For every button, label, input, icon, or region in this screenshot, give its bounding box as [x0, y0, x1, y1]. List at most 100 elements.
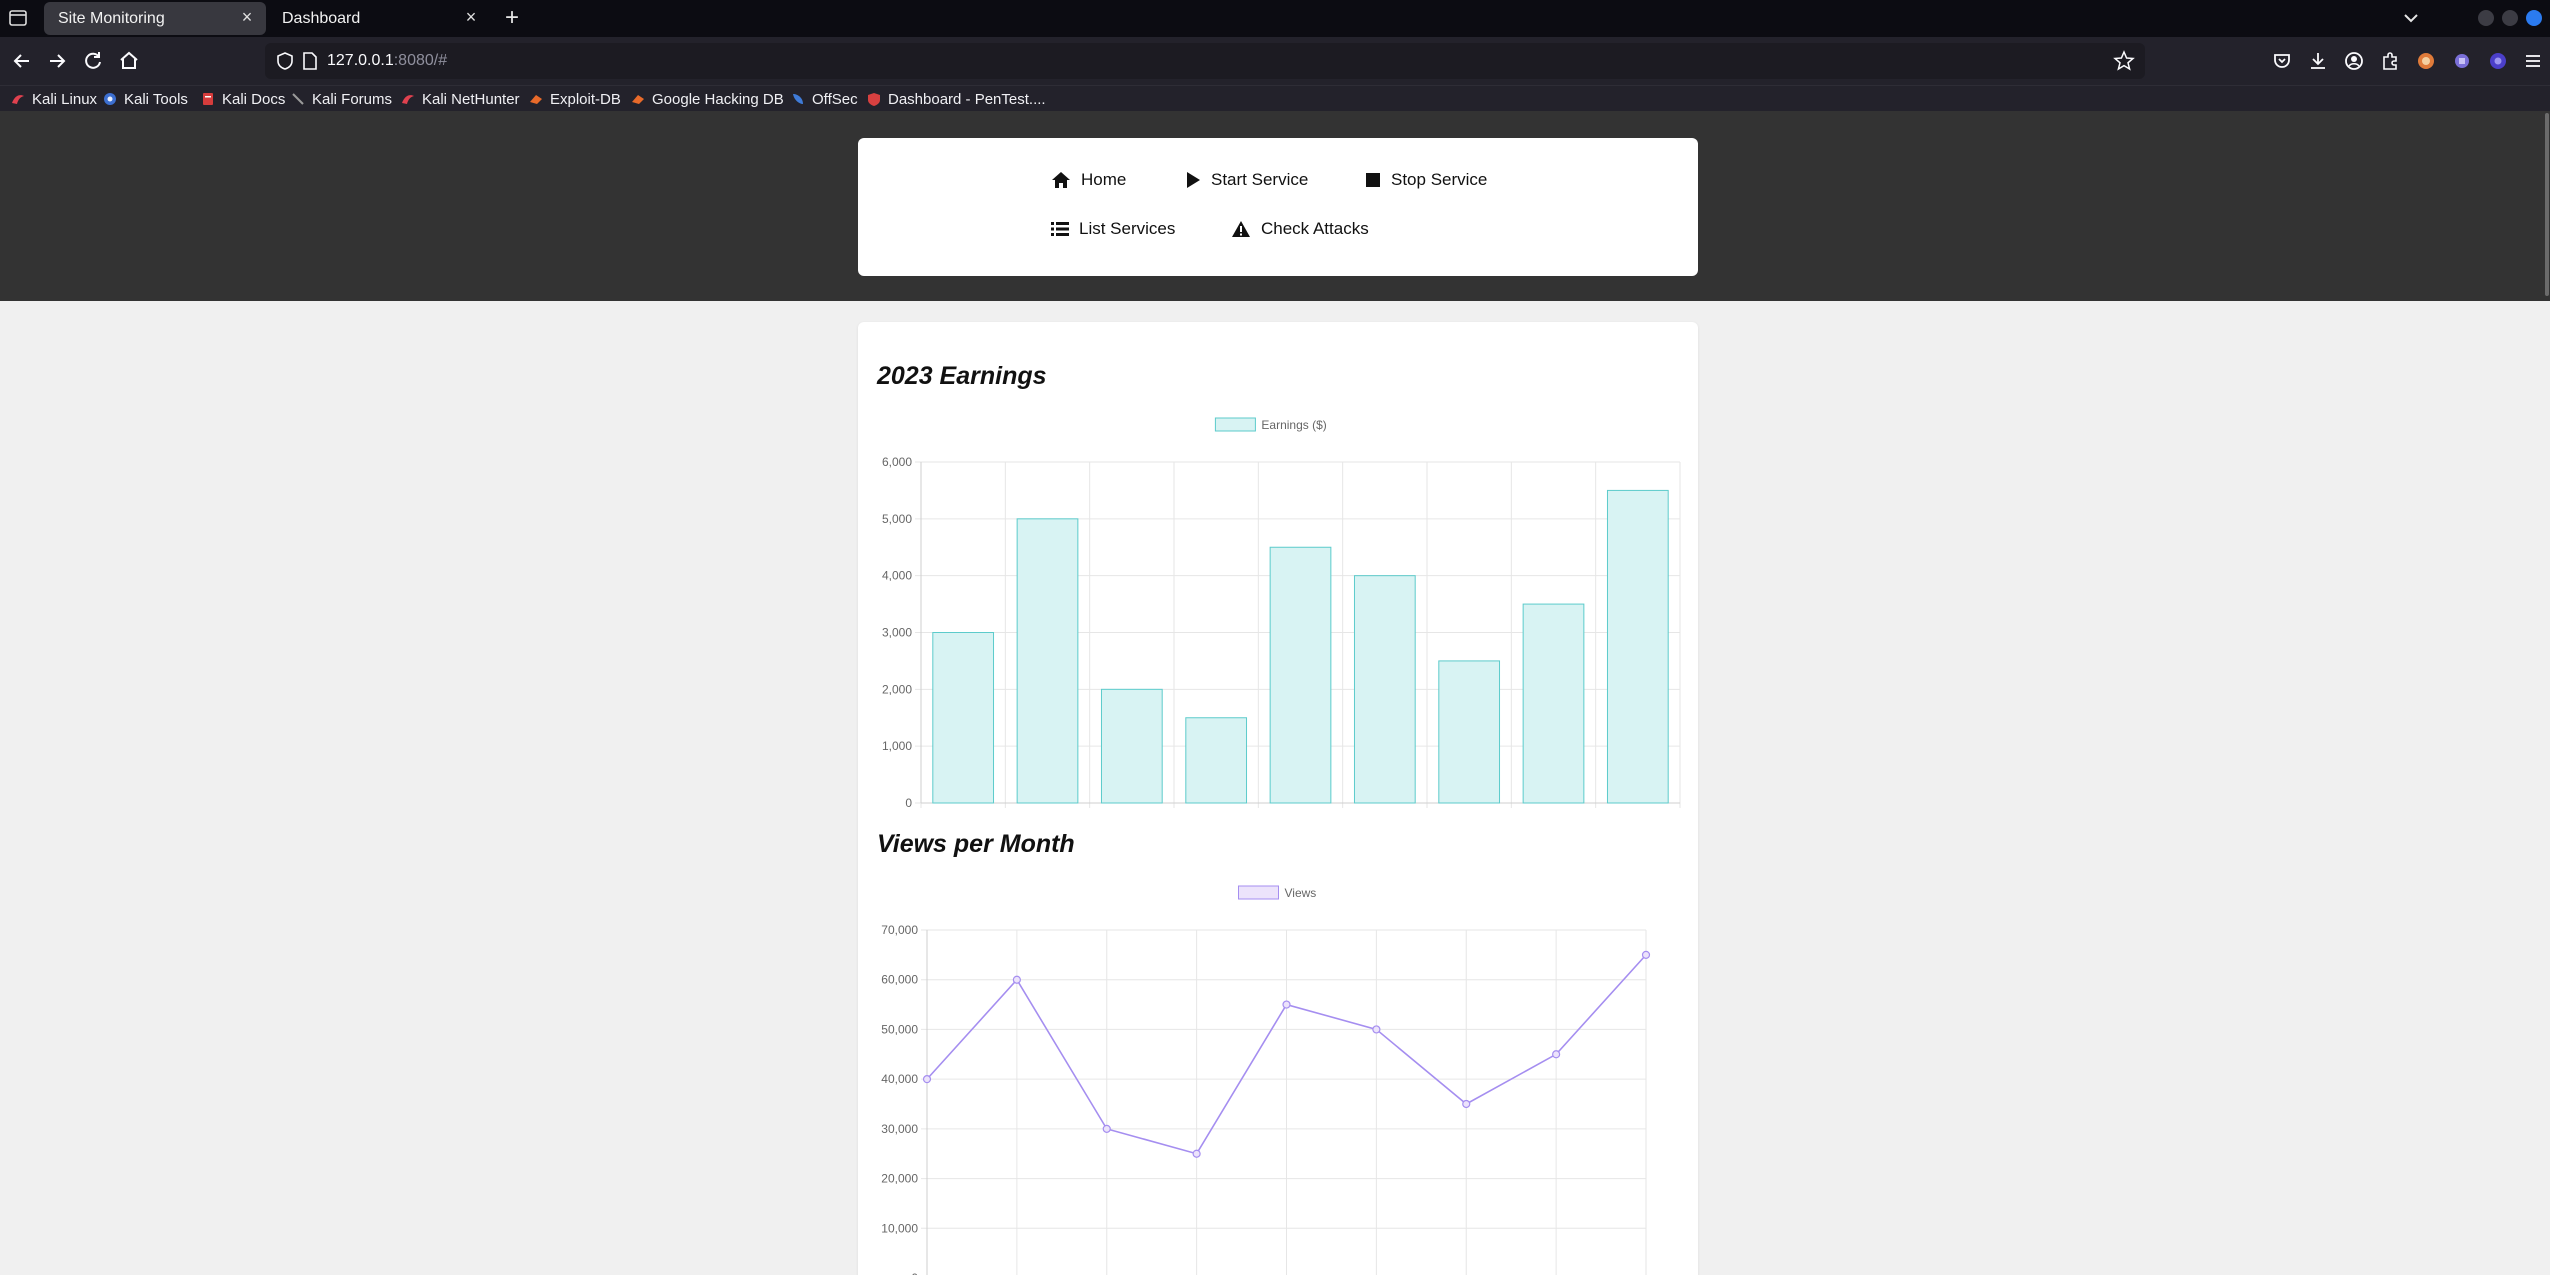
kali-docs-icon — [200, 91, 216, 107]
hamburger-menu-icon[interactable] — [2521, 49, 2545, 73]
scrollbar-thumb[interactable] — [2545, 113, 2549, 296]
bookmark-label: Google Hacking DB — [652, 90, 784, 108]
bookmark-kali-nethunter[interactable]: Kali NetHunter — [400, 89, 520, 109]
home-icon[interactable] — [116, 48, 142, 74]
tracking-shield-icon[interactable] — [275, 51, 295, 71]
y-tick-label: 10,000 — [881, 1221, 918, 1235]
bar — [1016, 518, 1079, 804]
bar — [1522, 603, 1585, 804]
kali-tools-icon — [102, 91, 118, 107]
close-window-icon[interactable] — [2526, 10, 2542, 26]
bookmark-kali-forums[interactable]: Kali Forums — [290, 89, 392, 109]
page-info-icon[interactable] — [301, 51, 319, 71]
legend-swatch — [1214, 417, 1256, 432]
menu-label: Stop Service — [1391, 170, 1488, 189]
bookmark-google-hacking-db[interactable]: Google Hacking DB — [630, 89, 784, 109]
bar — [1185, 717, 1248, 804]
data-point — [1282, 1000, 1291, 1009]
bar — [932, 632, 995, 804]
menu-label: Start Service — [1211, 170, 1309, 189]
maximize-window-icon[interactable] — [2502, 10, 2518, 26]
navigation-toolbar: 127.0.0.1:8080/# — [0, 37, 2550, 85]
bookmark-offsec[interactable]: OffSec — [790, 89, 858, 109]
new-tab-icon[interactable]: + — [500, 6, 524, 30]
url-text: 127.0.0.1:8080/# — [327, 52, 447, 70]
kali-dragon-icon — [10, 91, 26, 107]
earnings-bar-chart: Earnings ($) 0 1,000 2,000 3,000 4,000 5,000 6,… — [882, 417, 1681, 808]
back-icon[interactable] — [9, 48, 35, 74]
charts-panel: 2023 Earnings Earnings ($) 0 1,000 2,000 3,0… — [858, 322, 1698, 1275]
account-icon[interactable] — [2342, 49, 2366, 73]
tab-overview-icon[interactable] — [8, 9, 28, 27]
bookmark-dashboard-pentest[interactable]: Dashboard - PenTest.... — [866, 89, 1046, 109]
reload-icon[interactable] — [80, 48, 106, 74]
menu-stop-service[interactable]: Stop Service — [1365, 170, 1487, 190]
legend-swatch — [1238, 885, 1279, 900]
offsec-icon — [790, 91, 806, 107]
tab-title: Dashboard — [282, 10, 361, 27]
ghdb-icon — [630, 91, 646, 107]
y-tick-label: 50,000 — [881, 1022, 918, 1036]
address-bar[interactable]: 127.0.0.1:8080/# — [265, 43, 2145, 79]
bookmark-label: OffSec — [812, 90, 858, 108]
bookmark-label: Kali Tools — [124, 90, 188, 108]
bookmark-star-icon[interactable] — [2113, 50, 2135, 72]
page-scrollbar[interactable] — [2544, 111, 2550, 1275]
data-point — [1641, 950, 1651, 959]
extensions-icon[interactable] — [2378, 49, 2402, 73]
y-tick-label: 40,000 — [881, 1072, 918, 1086]
views-chart-title: Views per Month — [877, 830, 1075, 858]
menu-start-service[interactable]: Start Service — [1185, 170, 1308, 190]
views-line-chart: Views 0 10,000 20,000 30,000 40,000 50,000 60,0… — [881, 885, 1651, 1275]
data-point — [1372, 1025, 1381, 1034]
pocket-icon[interactable] — [2270, 49, 2294, 73]
extension-shield-icon[interactable] — [2486, 49, 2510, 73]
y-tick-label: 1,000 — [882, 739, 912, 753]
data-point — [1192, 1149, 1201, 1158]
bookmark-label: Dashboard - PenTest.... — [888, 90, 1046, 108]
tab-strip: Site Monitoring × Dashboard × + — [0, 0, 2550, 37]
legend-label: Views — [1285, 886, 1317, 900]
tab-dashboard[interactable]: Dashboard × — [268, 2, 490, 35]
bar — [1100, 688, 1163, 804]
y-tick-label: 6,000 — [882, 455, 912, 469]
extension-fox-icon[interactable] — [2414, 49, 2438, 73]
forward-icon[interactable] — [44, 48, 70, 74]
bookmark-kali-tools[interactable]: Kali Tools — [102, 89, 188, 109]
menu-label: Home — [1081, 170, 1127, 189]
bookmark-label: Kali Docs — [222, 90, 286, 108]
main-menu: Home Start Service Stop Service List Ser… — [858, 138, 1698, 276]
data-point — [1552, 1050, 1561, 1059]
list-icon — [1051, 222, 1069, 236]
menu-check-attacks[interactable]: Check Attacks — [1231, 219, 1369, 239]
warning-icon — [1232, 221, 1250, 237]
dashboard-icon — [866, 91, 882, 107]
data-point — [1462, 1099, 1471, 1109]
bookmark-kali-linux[interactable]: Kali Linux — [10, 89, 97, 109]
bookmark-label: Kali Linux — [32, 90, 98, 108]
data-point — [1102, 1124, 1111, 1133]
bar — [1353, 575, 1416, 804]
page-viewport: Home Start Service Stop Service List Ser… — [0, 111, 2550, 1275]
bookmark-label: Exploit-DB — [550, 90, 621, 108]
close-tab-icon[interactable]: × — [238, 8, 256, 26]
exploit-db-icon — [528, 91, 544, 107]
y-tick-label: 3,000 — [882, 626, 912, 640]
close-tab-icon[interactable]: × — [462, 8, 480, 26]
y-tick-label: 30,000 — [881, 1122, 918, 1136]
legend-label: Earnings ($) — [1261, 418, 1326, 432]
menu-list-services[interactable]: List Services — [1051, 219, 1175, 239]
bookmark-exploit-db[interactable]: Exploit-DB — [528, 89, 621, 109]
url-host: 127.0.0.1 — [327, 52, 394, 69]
menu-home[interactable]: Home — [1051, 170, 1126, 190]
minimize-window-icon[interactable] — [2478, 10, 2494, 26]
tab-site-monitoring[interactable]: Site Monitoring × — [44, 2, 266, 35]
bookmark-kali-docs[interactable]: Kali Docs — [200, 89, 285, 109]
menu-label: Check Attacks — [1261, 219, 1369, 238]
bookmark-label: Kali Forums — [312, 90, 393, 108]
y-tick-label: 70,000 — [881, 923, 918, 937]
downloads-icon[interactable] — [2306, 49, 2330, 73]
chevron-down-icon[interactable] — [2400, 7, 2422, 29]
extension-wrench-icon[interactable] — [2450, 49, 2474, 73]
y-tick-label: 60,000 — [881, 973, 918, 987]
